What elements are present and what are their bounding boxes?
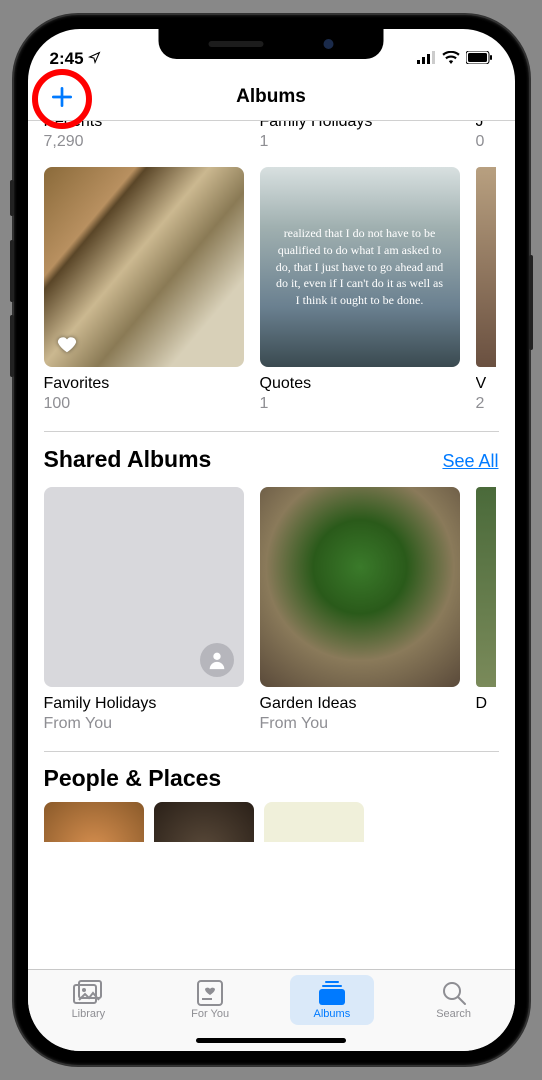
status-time: 2:45 bbox=[50, 49, 84, 69]
section-title: Shared Albums bbox=[44, 446, 212, 473]
tab-label: Library bbox=[72, 1008, 106, 1020]
tab-label: For You bbox=[191, 1008, 229, 1020]
tab-albums[interactable]: Albums bbox=[271, 970, 393, 1029]
album-thumb bbox=[44, 167, 244, 367]
albums-content[interactable]: Recents 7,290 Family Holidays 1 J 0 bbox=[28, 121, 515, 969]
magnifier-icon bbox=[441, 980, 467, 1006]
location-arrow-icon bbox=[88, 49, 101, 69]
wifi-icon bbox=[442, 49, 460, 69]
notch bbox=[159, 29, 384, 59]
album-tile-peek[interactable]: J 0 bbox=[476, 121, 496, 151]
volume-up bbox=[10, 240, 14, 302]
shared-albums-row: Family Holidays From You Garden Ideas Fr… bbox=[28, 487, 515, 733]
people-tile[interactable] bbox=[154, 802, 254, 842]
people-places-header: People & Places bbox=[28, 751, 515, 802]
my-albums-row-partial: Recents 7,290 Family Holidays 1 J 0 bbox=[28, 121, 515, 163]
album-count: 100 bbox=[44, 395, 244, 413]
tab-label: Search bbox=[436, 1008, 471, 1020]
power-button bbox=[529, 255, 533, 350]
album-title: D bbox=[476, 695, 496, 713]
people-tile[interactable] bbox=[44, 802, 144, 842]
people-places-row bbox=[28, 802, 515, 842]
album-title: Favorites bbox=[44, 375, 244, 393]
battery-icon bbox=[466, 49, 493, 69]
home-indicator[interactable] bbox=[196, 1038, 346, 1043]
nav-bar: Albums bbox=[28, 73, 515, 121]
add-album-button[interactable] bbox=[40, 75, 84, 119]
album-tile-peek[interactable]: V 2 bbox=[476, 167, 496, 413]
signal-icon bbox=[417, 49, 436, 69]
page-title: Albums bbox=[236, 86, 306, 108]
places-tile[interactable] bbox=[264, 802, 364, 842]
shared-album-garden-ideas[interactable]: Garden Ideas From You bbox=[260, 487, 460, 733]
heart-card-icon bbox=[197, 980, 223, 1006]
shared-album-family-holidays[interactable]: Family Holidays From You bbox=[44, 487, 244, 733]
phone-frame: 2:45 Albums bbox=[14, 15, 529, 1065]
album-thumb bbox=[476, 487, 496, 687]
photo-library-icon bbox=[73, 980, 103, 1006]
album-count: 7,290 bbox=[44, 133, 244, 151]
album-title: Family Holidays bbox=[260, 121, 460, 131]
album-thumb bbox=[44, 487, 244, 687]
person-icon bbox=[200, 643, 234, 677]
album-tile-recents[interactable]: Recents 7,290 bbox=[44, 121, 244, 151]
shared-albums-header: Shared Albums See All bbox=[28, 432, 515, 487]
album-title: Quotes bbox=[260, 375, 460, 393]
tab-bar: Library For You Albums Search bbox=[28, 969, 515, 1051]
screen: 2:45 Albums bbox=[28, 29, 515, 1051]
mute-switch bbox=[10, 180, 14, 216]
section-title: People & Places bbox=[44, 765, 222, 792]
album-title: Recents bbox=[44, 121, 244, 131]
album-title: J bbox=[476, 121, 496, 131]
album-thumb bbox=[260, 487, 460, 687]
album-title: Family Holidays bbox=[44, 695, 244, 713]
album-count: 2 bbox=[476, 395, 496, 413]
tab-library[interactable]: Library bbox=[28, 970, 150, 1029]
album-count: 1 bbox=[260, 395, 460, 413]
album-thumb bbox=[476, 167, 496, 367]
album-sub: From You bbox=[44, 715, 244, 733]
album-count: 0 bbox=[476, 133, 496, 151]
album-thumb: realized that I do not have to be qualif… bbox=[260, 167, 460, 367]
heart-icon bbox=[54, 331, 80, 357]
shared-album-peek[interactable]: D bbox=[476, 487, 496, 733]
quote-text: realized that I do not have to be qualif… bbox=[274, 225, 446, 309]
tab-search[interactable]: Search bbox=[393, 970, 515, 1029]
album-sub: From You bbox=[260, 715, 460, 733]
tab-for-you[interactable]: For You bbox=[149, 970, 271, 1029]
album-title: Garden Ideas bbox=[260, 695, 460, 713]
volume-down bbox=[10, 315, 14, 377]
see-all-link[interactable]: See All bbox=[442, 451, 498, 472]
album-tile-quotes[interactable]: realized that I do not have to be qualif… bbox=[260, 167, 460, 413]
album-count: 1 bbox=[260, 133, 460, 151]
album-title: V bbox=[476, 375, 496, 393]
my-albums-row-2: Favorites 100 realized that I do not hav… bbox=[28, 167, 515, 413]
album-tile-family-holidays[interactable]: Family Holidays 1 bbox=[260, 121, 460, 151]
album-tile-favorites[interactable]: Favorites 100 bbox=[44, 167, 244, 413]
